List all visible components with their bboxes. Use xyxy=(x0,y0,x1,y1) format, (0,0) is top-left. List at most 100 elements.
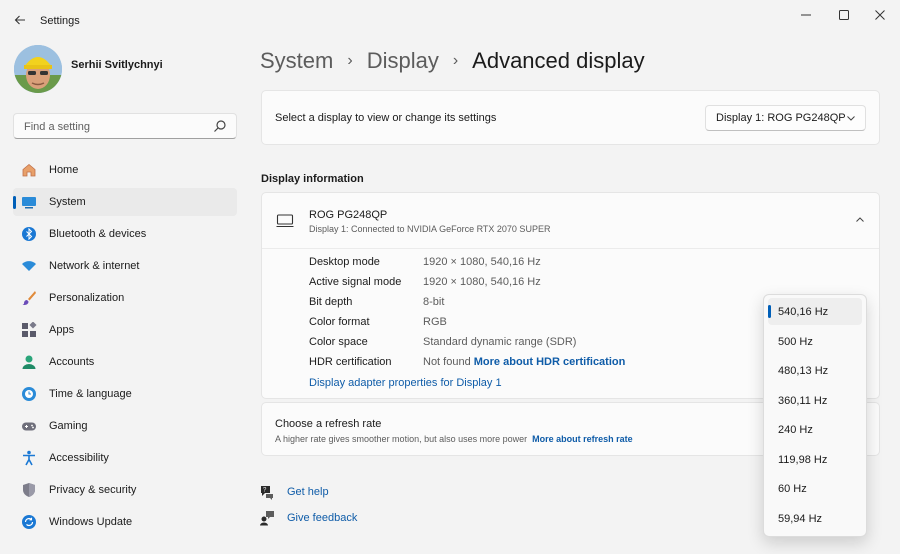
account-icon xyxy=(22,355,36,369)
display-select-label: Select a display to view or change its s… xyxy=(275,112,497,124)
info-key: HDR certification xyxy=(309,356,392,368)
sidebar-item-label: Accounts xyxy=(49,356,95,368)
app-title: Settings xyxy=(40,15,80,27)
refresh-option-label: 60 Hz xyxy=(778,483,807,495)
info-value: RGB xyxy=(423,316,447,328)
sidebar-item-label: Network & internet xyxy=(49,260,140,272)
display-dropdown[interactable]: Display 1: ROG PG248QP xyxy=(705,105,866,131)
get-help-label: Get help xyxy=(287,486,329,498)
settings-window: Settings Serhii Svitlychnyi H xyxy=(0,0,900,554)
info-key: Desktop mode xyxy=(309,256,380,268)
home-icon xyxy=(22,163,36,177)
info-row: Bit depth 8-bit xyxy=(309,296,809,312)
monitor-name: ROG PG248QP xyxy=(309,209,388,221)
info-value: Standard dynamic range (SDR) xyxy=(423,336,577,348)
display-info-header[interactable]: ROG PG248QP Display 1: Connected to NVID… xyxy=(262,193,879,249)
adapter-properties-link[interactable]: Display adapter properties for Display 1 xyxy=(309,377,502,389)
chevron-up-icon[interactable] xyxy=(855,215,865,225)
sidebar-item-label: Bluetooth & devices xyxy=(49,228,147,240)
get-help-link[interactable]: ? Get help xyxy=(259,482,409,502)
user-name: Serhii Svitlychnyi xyxy=(71,59,163,71)
sidebar-item-home[interactable]: Home xyxy=(13,156,237,184)
search-icon[interactable] xyxy=(213,119,227,133)
avatar[interactable] xyxy=(14,45,62,93)
sidebar-item-label: Personalization xyxy=(49,292,125,304)
sidebar-item-label: Gaming xyxy=(49,420,88,432)
info-row: Color format RGB xyxy=(309,316,809,332)
refresh-option[interactable]: 60 Hz xyxy=(768,475,862,502)
close-icon xyxy=(875,10,885,20)
hdr-status: Not found xyxy=(423,356,471,368)
info-key: Color format xyxy=(309,316,370,328)
breadcrumb-system[interactable]: System xyxy=(260,48,333,74)
breadcrumb-chevron-icon: › xyxy=(347,52,353,69)
refresh-option-label: 240 Hz xyxy=(778,424,813,436)
wifi-icon xyxy=(22,261,36,271)
refresh-option[interactable]: 360,11 Hz xyxy=(768,387,862,414)
sidebar-item-label: Windows Update xyxy=(49,516,133,528)
search-input[interactable] xyxy=(22,118,206,136)
info-key: Bit depth xyxy=(309,296,353,308)
info-value: 8-bit xyxy=(423,296,445,308)
refresh-option-selected[interactable]: 540,16 Hz xyxy=(768,298,862,325)
apps-icon xyxy=(22,322,37,337)
sidebar-item-windows-update[interactable]: Windows Update xyxy=(13,508,237,536)
minimize-icon xyxy=(801,14,811,16)
maximize-icon xyxy=(839,10,849,20)
breadcrumb-display[interactable]: Display xyxy=(367,48,439,74)
section-title: Display information xyxy=(261,173,364,185)
info-key: Active signal mode xyxy=(309,276,402,288)
refresh-option-label: 59,94 Hz xyxy=(778,513,823,525)
sidebar-item-accounts[interactable]: Accounts xyxy=(13,348,237,376)
search-box[interactable] xyxy=(13,113,237,139)
sidebar-item-system[interactable]: System xyxy=(13,188,237,216)
refresh-rate-description: A higher rate gives smoother motion, but… xyxy=(275,434,633,444)
refresh-option[interactable]: 59,94 Hz xyxy=(768,505,862,532)
back-arrow-icon xyxy=(14,15,25,25)
refresh-rate-dropdown: 540,16 Hz 500 Hz 480,13 Hz 360,11 Hz 240… xyxy=(763,294,867,537)
sidebar-item-label: Accessibility xyxy=(49,452,109,464)
give-feedback-label: Give feedback xyxy=(287,512,358,524)
info-value: 1920 × 1080, 540,16 Hz xyxy=(423,256,541,268)
sidebar-item-bluetooth[interactable]: Bluetooth & devices xyxy=(13,220,237,248)
back-button[interactable] xyxy=(10,10,30,30)
refresh-option[interactable]: 119,98 Hz xyxy=(768,446,862,473)
sidebar-item-label: Apps xyxy=(49,324,75,336)
sidebar-item-apps[interactable]: Apps xyxy=(13,316,237,344)
refresh-option[interactable]: 240 Hz xyxy=(768,416,862,443)
sidebar-item-time-language[interactable]: Time & language xyxy=(13,380,237,408)
sidebar-item-accessibility[interactable]: Accessibility xyxy=(13,444,237,472)
info-row: Desktop mode 1920 × 1080, 540,16 Hz xyxy=(309,256,809,272)
gamepad-icon xyxy=(22,422,36,431)
refresh-option-label: 360,11 Hz xyxy=(778,395,828,407)
info-row: Active signal mode 1920 × 1080, 540,16 H… xyxy=(309,276,809,292)
refresh-option[interactable]: 500 Hz xyxy=(768,328,862,355)
sidebar-item-label: Home xyxy=(49,164,79,176)
give-feedback-link[interactable]: Give feedback xyxy=(259,508,409,528)
system-icon xyxy=(22,197,36,209)
sidebar-item-privacy[interactable]: Privacy & security xyxy=(13,476,237,504)
close-button[interactable] xyxy=(864,6,896,24)
refresh-option-label: 480,13 Hz xyxy=(778,365,829,377)
hdr-certification-link[interactable]: More about HDR certification xyxy=(474,356,626,368)
sidebar-item-personalization[interactable]: Personalization xyxy=(13,284,237,312)
breadcrumb-chevron-icon: › xyxy=(452,52,459,69)
refresh-option[interactable]: 480,13 Hz xyxy=(768,357,862,384)
chevron-down-icon xyxy=(847,116,855,121)
sidebar-item-label: Time & language xyxy=(49,388,132,400)
sidebar-nav: Home System Bluetooth & devices Network … xyxy=(13,156,237,540)
brush-icon xyxy=(22,291,36,305)
minimize-button[interactable] xyxy=(790,6,822,24)
help-icon: ? xyxy=(261,486,273,500)
refresh-option-label: 119,98 Hz xyxy=(778,454,828,466)
sidebar-item-label: System xyxy=(49,196,86,208)
sidebar-item-gaming[interactable]: Gaming xyxy=(13,412,237,440)
refresh-rate-link[interactable]: More about refresh rate xyxy=(532,434,633,444)
maximize-button[interactable] xyxy=(828,6,860,24)
monitor-icon xyxy=(276,214,294,228)
monitor-connection: Display 1: Connected to NVIDIA GeForce R… xyxy=(309,224,551,234)
page-title: Advanced display xyxy=(472,48,645,73)
info-value: 1920 × 1080, 540,16 Hz xyxy=(423,276,541,288)
sidebar-item-network[interactable]: Network & internet xyxy=(13,252,237,280)
refresh-rate-title: Choose a refresh rate xyxy=(275,418,382,430)
